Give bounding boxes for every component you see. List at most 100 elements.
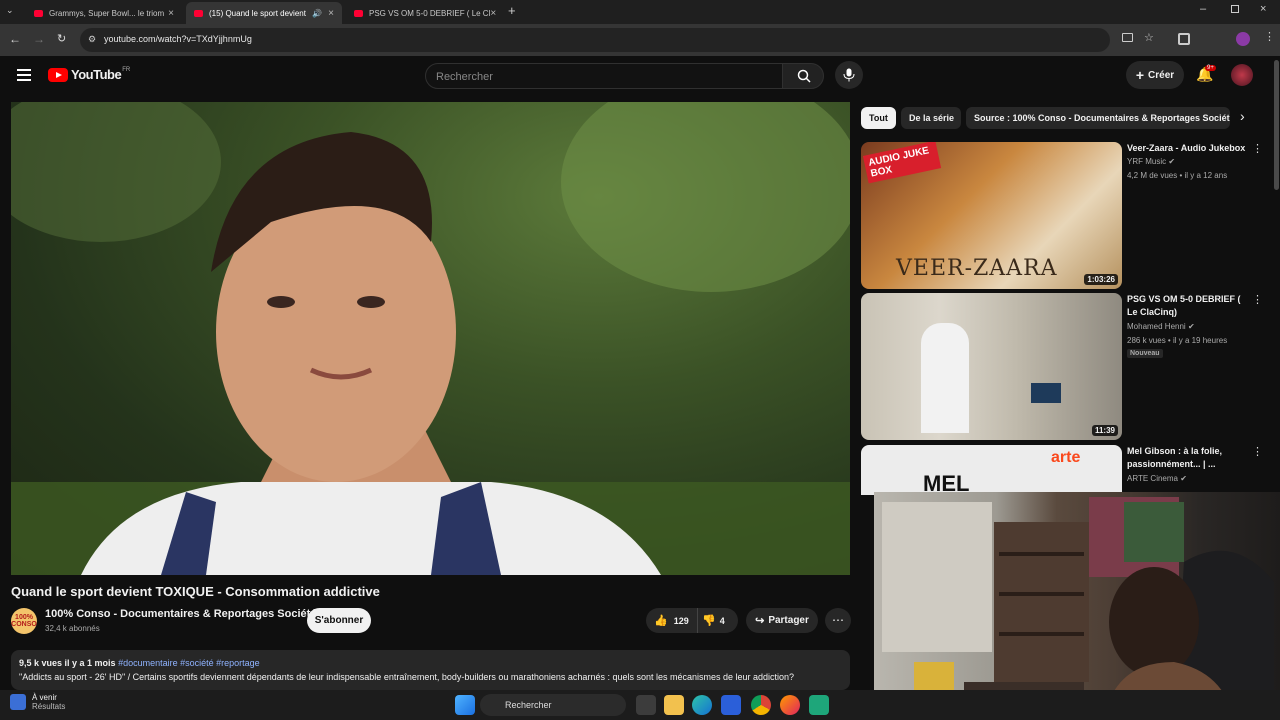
youtube-header: YouTube FR Rechercher + Créer 🔔 9+	[0, 56, 1280, 96]
description-box[interactable]: 9,5 k vues il y a 1 mois #documentaire #…	[11, 650, 850, 690]
verified-icon: ✔	[1187, 322, 1195, 331]
plus-icon: +	[1135, 67, 1145, 83]
rec-title[interactable]: Mel Gibson : à la folie, passionnément..…	[1127, 445, 1249, 471]
rec-channel[interactable]: Mohamed Henni ✔	[1127, 322, 1195, 331]
browser-tab-psg[interactable]: PSG VS OM 5-0 DEBRIEF ( Le Cl ×	[346, 2, 502, 24]
description-meta: 9,5 k vues il y a 1 mois #documentaire #…	[19, 658, 260, 668]
extensions-icon[interactable]	[1178, 33, 1190, 45]
share-label: Partager	[768, 615, 809, 626]
minimize-icon[interactable]: –	[1200, 3, 1206, 15]
arte-logo: arte	[1051, 449, 1081, 466]
back-icon[interactable]: ←	[9, 32, 21, 46]
url-text: youtube.com/watch?v=TXdYjjhnmUg	[104, 34, 252, 44]
voice-search-button[interactable]	[835, 61, 863, 89]
search-button[interactable]	[782, 63, 824, 89]
like-button[interactable]: 👍 129	[646, 608, 698, 633]
subscriber-count: 32,4 k abonnés	[45, 624, 100, 633]
file-explorer-icon[interactable]	[664, 695, 684, 715]
thumb-screen	[1031, 383, 1061, 403]
hamburger-menu-icon[interactable]	[17, 69, 31, 81]
create-button[interactable]: + Créer	[1126, 61, 1184, 89]
firefox-icon[interactable]	[780, 695, 800, 715]
page-scrollbar[interactable]	[1274, 60, 1279, 190]
channel-avatar[interactable]: 100% CONSO	[11, 608, 37, 634]
address-bar[interactable]: ⚙ youtube.com/watch?v=TXdYjjhnmUg ☆	[80, 28, 1154, 52]
restore-icon[interactable]	[1231, 5, 1239, 13]
like-count: 129	[673, 615, 689, 626]
search-input[interactable]: Rechercher	[425, 63, 783, 89]
video-duration: 1:03:26	[1084, 274, 1118, 285]
youtube-logo[interactable]: YouTube FR	[48, 67, 130, 82]
rec-channel-name: ARTE Cinema	[1127, 474, 1178, 483]
cast-icon[interactable]	[1122, 33, 1133, 42]
create-label: Créer	[1148, 69, 1175, 81]
rec-menu-icon[interactable]: ⋮	[1252, 293, 1263, 306]
browser-tab-active[interactable]: (15) Quand le sport devient 🔊 ×	[186, 2, 342, 24]
like-dislike-group: 👍 129 👎 4	[646, 608, 738, 633]
youtube-play-icon	[48, 67, 68, 82]
profile-avatar[interactable]	[1236, 32, 1250, 46]
tab-title: (15) Quand le sport devient	[209, 8, 306, 18]
chips-next-icon[interactable]: ›	[1240, 108, 1245, 124]
rec-thumbnail[interactable]: 11:39	[861, 293, 1122, 440]
close-window-icon[interactable]: ×	[1260, 3, 1266, 15]
app-icon[interactable]	[809, 695, 829, 715]
video-player[interactable]	[11, 102, 850, 575]
thumb-person	[921, 323, 969, 433]
logo-region: FR	[122, 66, 131, 73]
rec-thumbnail[interactable]: AUDIO JUKE BOX VEER-ZAARA 1:03:26	[861, 142, 1122, 289]
site-info-icon[interactable]: ⚙	[88, 34, 96, 45]
youtube-favicon-icon	[34, 9, 43, 17]
youtube-logo-text: YouTube	[71, 67, 122, 82]
hashtags[interactable]: #documentaire #société #reportage	[118, 658, 260, 668]
chip-de-la-serie[interactable]: De la série	[901, 107, 961, 129]
rec-menu-icon[interactable]: ⋮	[1252, 445, 1263, 458]
close-tab-icon[interactable]: ×	[168, 8, 174, 19]
rec-title[interactable]: PSG VS OM 5-0 DEBRIEF ( Le ClaCinq)	[1127, 293, 1249, 319]
channel-name[interactable]: 100% Conso - Documentaires & Reportages …	[45, 608, 316, 620]
share-button[interactable]: ↪ Partager	[746, 608, 818, 633]
tab-list-chevron-icon[interactable]: ⌄	[6, 5, 20, 19]
video-duration: 11:39	[1091, 425, 1118, 436]
microphone-icon	[843, 68, 855, 82]
channel-avatar-text: 100% CONSO	[11, 614, 37, 628]
webcam-scene	[882, 497, 1274, 720]
rec-channel[interactable]: ARTE Cinema ✔	[1127, 474, 1187, 483]
browser-menu-icon[interactable]: ⋮	[1264, 30, 1275, 43]
audio-playing-icon[interactable]: 🔊	[312, 9, 322, 18]
taskbar-search[interactable]: Rechercher	[480, 694, 626, 716]
verified-icon: ✔	[1168, 157, 1176, 166]
subscribe-button[interactable]: S'abonner	[307, 608, 371, 633]
search-icon	[797, 69, 811, 83]
rec-meta: 4,2 M de vues • il y a 12 ans	[1127, 171, 1228, 180]
rec-channel[interactable]: YRF Music ✔	[1127, 157, 1175, 166]
close-tab-icon[interactable]: ×	[328, 8, 334, 19]
dislike-button[interactable]: 👎 4	[702, 608, 738, 633]
rec-meta: 286 k vues • il y a 19 heures	[1127, 336, 1228, 345]
windows-taskbar: À venir Résultats Rechercher	[0, 690, 1280, 720]
close-tab-icon[interactable]: ×	[490, 8, 496, 19]
new-tab-icon[interactable]: +	[508, 3, 516, 18]
rec-menu-icon[interactable]: ⋮	[1252, 142, 1263, 155]
windows-start-icon[interactable]	[455, 695, 475, 715]
dislike-count: 4	[719, 615, 725, 626]
task-view-icon[interactable]	[636, 695, 656, 715]
forward-icon[interactable]: →	[33, 32, 45, 46]
more-actions-icon[interactable]: ⋯	[825, 608, 851, 633]
taskbar-search-label: Rechercher	[505, 700, 552, 710]
chrome-icon[interactable]	[751, 695, 771, 715]
chip-tout[interactable]: Tout	[861, 107, 896, 129]
reload-icon[interactable]: ↻	[57, 32, 66, 45]
chip-source[interactable]: Source : 100% Conso - Documentaires & Re…	[966, 107, 1230, 129]
rec-thumbnail[interactable]: MEL arte	[861, 445, 1122, 495]
browser-tab-grammys[interactable]: Grammys, Super Bowl... le triom ×	[26, 2, 182, 24]
bookmark-star-icon[interactable]: ☆	[1144, 31, 1154, 44]
edge-icon[interactable]	[692, 695, 712, 715]
verified-icon: ✔	[1180, 474, 1187, 483]
weather-widget[interactable]: À venir Résultats	[10, 693, 65, 711]
rec-title[interactable]: Veer-Zaara - Audio Jukebox	[1127, 142, 1249, 155]
weather-title: À venir	[32, 693, 57, 702]
account-avatar[interactable]	[1231, 64, 1253, 86]
store-icon[interactable]	[721, 695, 741, 715]
tab-title: PSG VS OM 5-0 DEBRIEF ( Le Cl	[369, 8, 491, 18]
